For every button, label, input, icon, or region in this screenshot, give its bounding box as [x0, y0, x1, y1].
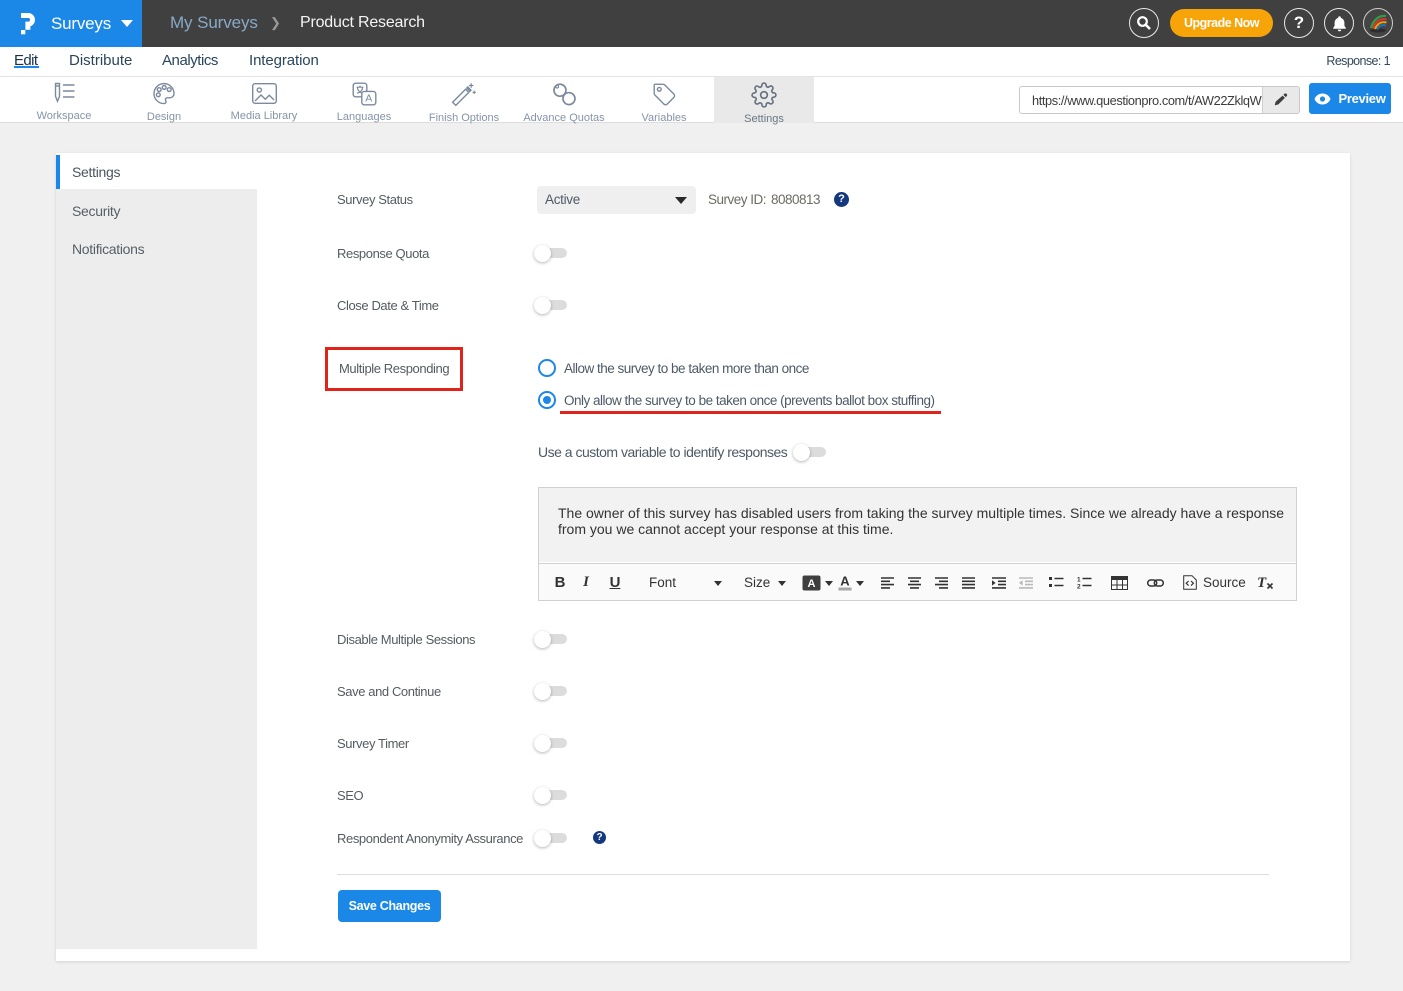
- svg-text:A: A: [808, 578, 816, 590]
- svg-text:A: A: [365, 93, 372, 105]
- svg-text:T: T: [1257, 575, 1267, 590]
- svg-text:A: A: [840, 574, 850, 589]
- svg-text:2: 2: [1077, 584, 1081, 590]
- svg-text:1: 1: [1077, 577, 1081, 584]
